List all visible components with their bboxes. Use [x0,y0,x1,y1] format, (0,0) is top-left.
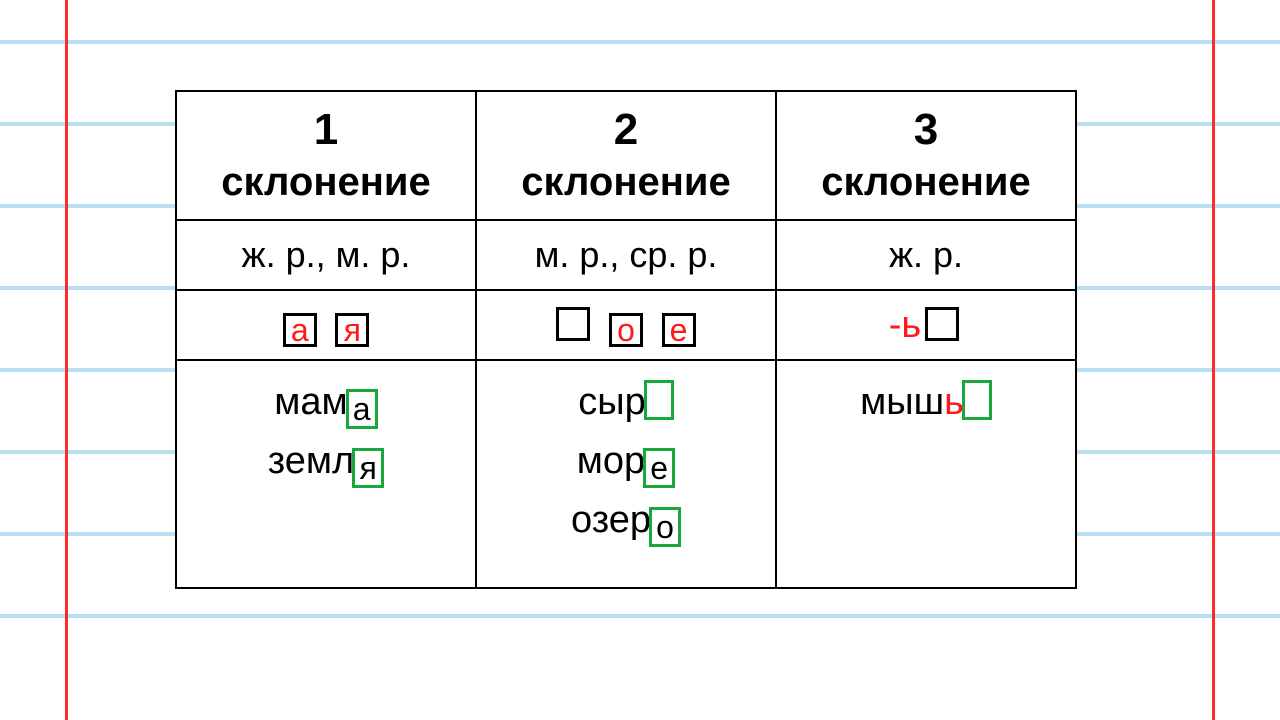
header-row: 1 склонение 2 склонение 3 склонение [176,91,1076,220]
red-margin-left [65,0,68,720]
red-margin-right [1212,0,1215,720]
ending-box-ya: я [335,313,369,347]
word-stem: земл [268,440,354,482]
endings-col-1: а я [176,290,476,360]
ending-box-zero-3 [925,307,959,341]
word-ending-box: о [649,507,681,547]
example-word: сыр [578,373,673,432]
ending-soft-sign: -ь [889,304,921,346]
example-word: земля [268,432,384,491]
header-label-3: склонение [821,160,1030,204]
example-word: мама [274,373,377,432]
ending-box-e: е [662,313,696,347]
header-col-1: 1 склонение [176,91,476,220]
header-num-3: 3 [789,102,1063,157]
ending-box-o: о [609,313,643,347]
header-num-2: 2 [489,102,763,157]
word-ending-box: а [346,389,378,429]
header-label-2: склонение [521,160,730,204]
endings-row: а я о е -ь [176,290,1076,360]
word-ending-box: е [643,448,675,488]
endings-col-2: о е [476,290,776,360]
gender-col-1: ж. р., м. р. [176,220,476,290]
word-stem: озер [571,499,651,541]
example-word: море [577,432,675,491]
examples-row: мама земля сыр море озеро мышь [176,360,1076,588]
word-ending-box-zero [644,380,674,420]
gender-col-3: ж. р. [776,220,1076,290]
word-stem: мыш [860,381,944,423]
declension-table: 1 склонение 2 склонение 3 склонение ж. р… [175,90,1077,589]
word-stem: сыр [578,381,645,423]
gender-row: ж. р., м. р. м. р., ср. р. ж. р. [176,220,1076,290]
example-word: озеро [571,491,681,550]
word-ending-box-zero [962,380,992,420]
endings-col-3: -ь [776,290,1076,360]
header-col-3: 3 склонение [776,91,1076,220]
examples-col-3: мышь [776,360,1076,588]
header-col-2: 2 склонение [476,91,776,220]
examples-col-2: сыр море озеро [476,360,776,588]
example-word: мышь [860,373,992,432]
examples-col-1: мама земля [176,360,476,588]
word-stem: мор [577,440,645,482]
ending-box-zero [556,307,590,341]
ending-box-a: а [283,313,317,347]
word-stem: мам [274,381,347,423]
word-ending-box: я [352,448,384,488]
header-label-1: склонение [221,160,430,204]
header-num-1: 1 [189,102,463,157]
gender-col-2: м. р., ср. р. [476,220,776,290]
